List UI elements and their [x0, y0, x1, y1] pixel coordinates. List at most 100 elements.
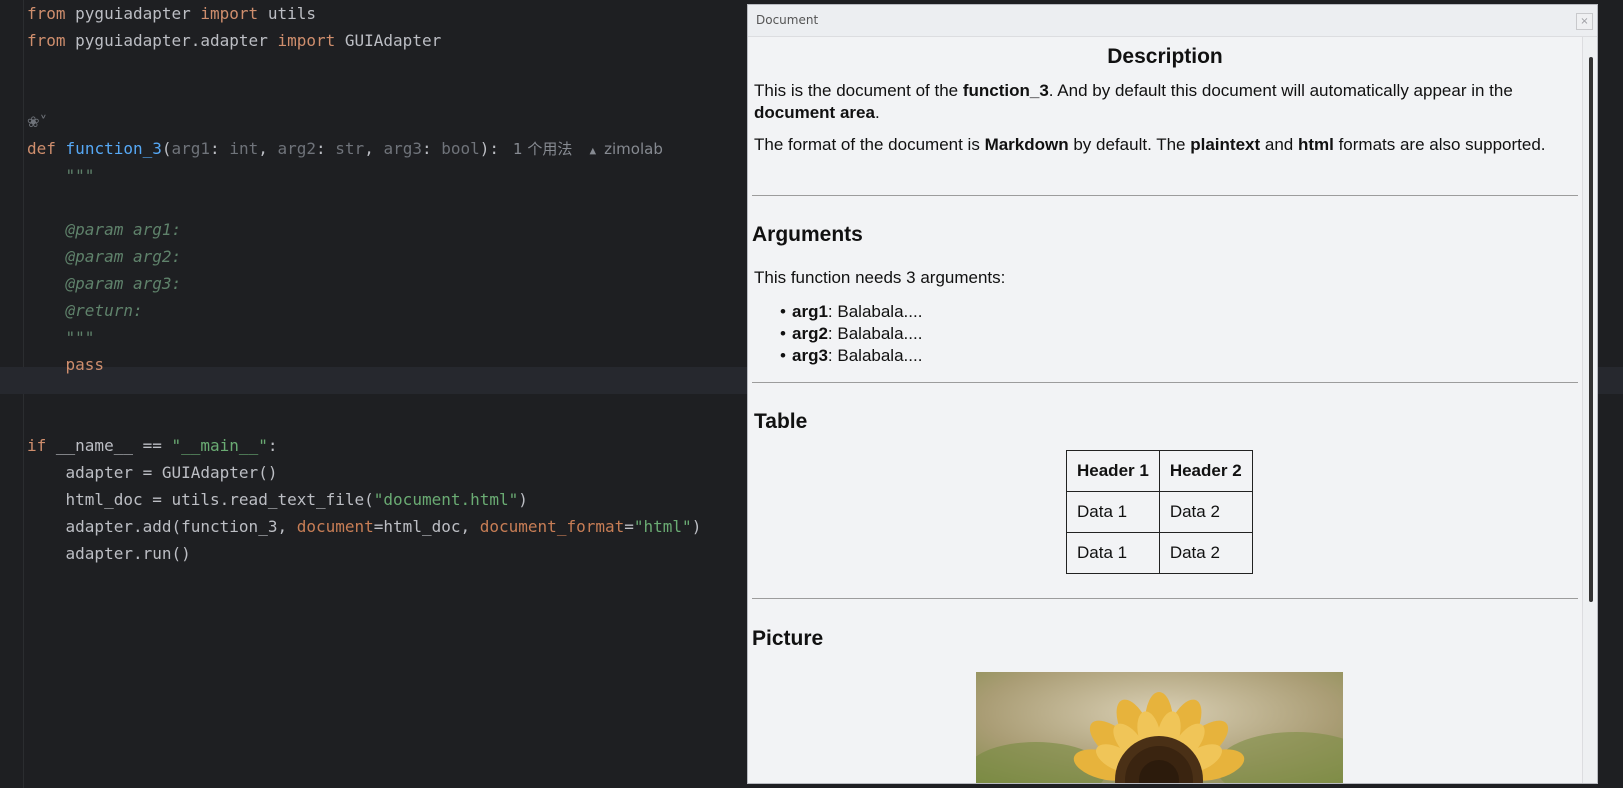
code-token: =html_doc, — [373, 517, 480, 536]
list-item: arg3: Balabala.... — [780, 345, 922, 367]
code-line[interactable]: from pyguiadapter.adapter import GUIAdap… — [27, 27, 701, 54]
code-token: arg3 — [383, 139, 422, 158]
code-line[interactable]: @param arg2: — [27, 243, 701, 270]
code-token: html_doc = utils.read_text_file( — [27, 490, 374, 509]
table-cell: Data 1 — [1066, 491, 1160, 533]
code-token: from — [27, 31, 66, 50]
code-token: @param arg1: — [65, 220, 182, 239]
code-line[interactable] — [27, 189, 701, 216]
table-heading: Table — [754, 410, 808, 433]
description-paragraph-2: The format of the document is Markdown b… — [754, 135, 1546, 154]
code-token: function_3 — [65, 139, 162, 158]
code-token: adapter = GUIAdapter() — [27, 463, 278, 482]
code-line[interactable] — [27, 54, 701, 81]
data-table: Header 1 Header 2 Data 1 Data 2 Data 1 D… — [1066, 450, 1253, 574]
window-title: Document — [756, 13, 819, 27]
code-token: """ — [65, 328, 95, 347]
code-token: @param arg3: — [65, 274, 182, 293]
code-token: bool — [441, 139, 480, 158]
code-token: import — [200, 4, 259, 23]
document-window: Document × Description This is the docum… — [747, 4, 1598, 784]
inlay-hint[interactable]: zimolab — [599, 140, 663, 158]
inlay-hint[interactable]: 1 个用法 — [513, 140, 572, 158]
close-button[interactable]: × — [1576, 13, 1593, 30]
table-row: Data 1 Data 2 — [1066, 491, 1253, 533]
code-token: : — [210, 139, 230, 158]
code-line[interactable] — [27, 81, 701, 108]
code-line[interactable]: """ — [27, 162, 701, 189]
code-token: ) — [518, 490, 528, 509]
code-line[interactable]: adapter.run() — [27, 540, 701, 567]
editor-gutter — [23, 0, 24, 788]
code-token: arg1 — [171, 139, 211, 158]
code-token: ( — [161, 139, 172, 158]
code-token: adapter.run() — [27, 544, 191, 563]
table-header: Header 1 — [1066, 450, 1160, 492]
code-line[interactable]: adapter = GUIAdapter() — [27, 459, 701, 486]
code-token: str — [335, 139, 365, 158]
code-token: import — [277, 31, 336, 50]
scrollbar-thumb[interactable] — [1589, 57, 1593, 602]
code-token: arg2 — [277, 139, 317, 158]
code-area[interactable]: from pyguiadapter import utils from pygui… — [27, 0, 701, 567]
code-line[interactable]: html_doc = utils.read_text_file("documen… — [27, 486, 701, 513]
code-token: """ — [65, 166, 95, 185]
ai-assistant-icon: ❀˅ — [27, 113, 48, 131]
code-token: = — [624, 517, 634, 536]
arguments-heading: Arguments — [752, 223, 863, 246]
code-line[interactable]: @param arg1: — [27, 216, 701, 243]
window-titlebar[interactable]: Document × — [748, 5, 1597, 37]
code-token: @return: — [65, 301, 143, 320]
code-token: "__main__" — [171, 436, 268, 455]
code-line[interactable]: def function_3(arg1: int, arg2: str, arg… — [27, 135, 701, 162]
code-line[interactable]: pass — [27, 351, 701, 378]
table-cell: Data 2 — [1158, 491, 1253, 533]
code-token: : — [421, 139, 442, 158]
description-heading: Description — [1107, 45, 1223, 68]
divider — [752, 195, 1578, 196]
code-token: document — [296, 517, 374, 536]
code-token: def — [27, 139, 56, 158]
code-token: "html" — [633, 517, 692, 536]
code-token: from — [27, 4, 66, 23]
table-cell: Data 2 — [1158, 532, 1253, 574]
code-token: : — [267, 436, 278, 455]
code-token: if — [27, 436, 47, 455]
list-item: arg2: Balabala.... — [780, 323, 922, 345]
code-line[interactable]: ❀˅ — [27, 108, 701, 135]
code-line[interactable] — [27, 405, 701, 432]
code-token: ): — [479, 139, 500, 158]
code-token: pass — [65, 355, 105, 374]
code-token: pyguiadapter.adapter — [65, 31, 278, 50]
table-header: Header 2 — [1158, 450, 1253, 492]
sunflower-image — [976, 672, 1343, 783]
code-line[interactable] — [27, 378, 701, 405]
divider — [752, 598, 1578, 599]
code-line[interactable]: @return: — [27, 297, 701, 324]
code-token: int — [229, 139, 259, 158]
divider — [752, 382, 1578, 383]
code-token: __name__ == — [46, 436, 172, 455]
code-token: : — [316, 139, 336, 158]
code-line[interactable]: if __name__ == "__main__": — [27, 432, 701, 459]
code-line[interactable]: adapter.add(function_3, document=html_do… — [27, 513, 702, 540]
table-cell: Data 1 — [1066, 532, 1160, 574]
user-icon: ▲ — [589, 144, 597, 157]
code-token: , — [258, 139, 278, 158]
code-token: adapter.add(function_3, — [27, 517, 297, 536]
code-line[interactable]: from pyguiadapter import utils — [27, 0, 701, 27]
table-header-row: Header 1 Header 2 — [1066, 450, 1253, 492]
code-line[interactable]: """ — [27, 324, 701, 351]
code-token: "document.html" — [373, 490, 519, 509]
code-line[interactable]: @param arg3: — [27, 270, 701, 297]
table-row: Data 1 Data 2 — [1066, 532, 1253, 574]
arguments-list: arg1: Balabala.... arg2: Balabala.... ar… — [780, 301, 922, 367]
code-token: pyguiadapter — [65, 4, 201, 23]
description-paragraph-1: This is the document of the function_3. … — [754, 81, 1513, 122]
